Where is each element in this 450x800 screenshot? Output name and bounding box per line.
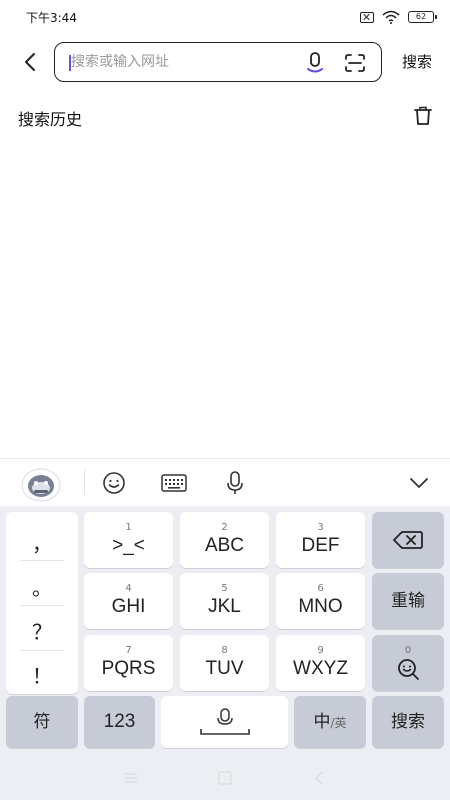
back-nav-icon[interactable]: [311, 770, 327, 786]
key-7[interactable]: 7 PQRS: [84, 635, 173, 691]
key-period[interactable]: 。: [6, 572, 78, 601]
key-4[interactable]: 4 GHI: [84, 573, 173, 629]
search-enter-key[interactable]: 搜索: [372, 696, 444, 748]
key-label: 搜索: [391, 712, 425, 731]
key-label: >_<: [112, 535, 145, 556]
microphone-icon: [307, 52, 323, 73]
smile-search-icon: [398, 659, 419, 680]
status-bar: 下午3:44 62: [0, 0, 450, 34]
key-label: MNO: [298, 596, 343, 617]
toolbar-divider: [84, 469, 85, 495]
key-number: 5: [221, 583, 228, 594]
key-label: PQRS: [101, 658, 156, 679]
voice-search-button[interactable]: [303, 51, 327, 75]
key-comma[interactable]: ，: [6, 528, 78, 557]
chevron-left-icon: [25, 53, 35, 71]
system-nav-bar: [0, 756, 450, 800]
key-2[interactable]: 2 ABC: [180, 512, 269, 568]
menu-icon[interactable]: [123, 770, 139, 786]
key-number: 1: [125, 522, 132, 533]
home-icon[interactable]: [217, 770, 233, 786]
battery-icon: 62: [408, 11, 437, 23]
collapse-keyboard-button[interactable]: [405, 469, 433, 497]
emoji-icon: [103, 472, 125, 494]
scan-button[interactable]: [343, 51, 367, 75]
key-number: 0: [404, 645, 412, 656]
key-5[interactable]: 5 JKL: [180, 573, 269, 629]
back-button[interactable]: [16, 48, 44, 76]
screen: 下午3:44 62 搜索或输入网址 搜索 搜索历史 ， 。 ？ ！ 1 >_< …: [0, 0, 450, 800]
status-time: 下午3:44: [26, 11, 77, 25]
backspace-icon: [393, 531, 423, 549]
symbols-key[interactable]: 符: [6, 696, 78, 748]
emoji-button[interactable]: [100, 469, 128, 497]
scan-icon: [345, 54, 365, 72]
clear-history-button[interactable]: [412, 105, 434, 127]
key-number: 6: [317, 583, 324, 594]
search-button[interactable]: 搜索: [392, 51, 442, 73]
key-number: 8: [221, 645, 228, 656]
keyboard-icon: [161, 474, 187, 492]
punctuation-column[interactable]: ， 。 ？ ！: [6, 512, 78, 694]
voice-input-button[interactable]: [221, 469, 249, 497]
key-label: 重输: [391, 591, 425, 610]
status-icons: 62: [360, 9, 437, 25]
key-label: TUV: [205, 658, 244, 679]
key-number: 9: [317, 645, 324, 656]
space-voice-key[interactable]: [161, 696, 288, 748]
key-number: 7: [125, 645, 132, 656]
key-number: 4: [125, 583, 132, 594]
numbers-key[interactable]: 123: [84, 696, 155, 748]
punctuation-divider: [20, 560, 64, 561]
key-label-english: /英: [330, 715, 347, 730]
search-history-title: 搜索历史: [18, 110, 83, 129]
language-switch-key[interactable]: 中 /英: [294, 696, 366, 748]
search-symbol-key[interactable]: 0: [372, 635, 444, 691]
microphone-icon: [199, 708, 250, 735]
key-label: DEF: [301, 535, 340, 556]
key-label: ABC: [204, 535, 245, 556]
key-1[interactable]: 1 >_<: [84, 512, 173, 568]
keyboard-toolbar: [0, 458, 450, 506]
punctuation-divider: [20, 605, 64, 606]
microphone-icon: [227, 471, 243, 494]
backspace-key[interactable]: [372, 512, 444, 568]
key-number: 2: [221, 522, 228, 533]
key-8[interactable]: 8 TUV: [180, 635, 269, 691]
trash-icon: [414, 106, 432, 125]
search-input[interactable]: [71, 43, 301, 81]
chevron-down-icon: [410, 478, 428, 488]
key-9[interactable]: 9 WXYZ: [276, 635, 365, 691]
key-exclamation[interactable]: ！: [6, 660, 78, 689]
key-label: 123: [103, 711, 136, 732]
wifi-icon: [382, 10, 400, 24]
key-number: 3: [317, 522, 324, 533]
no-sim-icon: [360, 11, 374, 23]
key-label: JKL: [208, 596, 241, 617]
key-label: 符: [33, 712, 51, 731]
key-question[interactable]: ？: [6, 616, 78, 645]
punctuation-divider: [20, 650, 64, 651]
key-3[interactable]: 3 DEF: [276, 512, 365, 568]
retype-key[interactable]: 重输: [372, 573, 444, 629]
keyboard-switch-button[interactable]: [160, 469, 188, 497]
search-box[interactable]: [54, 42, 382, 82]
ime-mascot-icon[interactable]: [20, 464, 62, 502]
key-label-chinese: 中: [313, 712, 331, 731]
key-label: GHI: [111, 596, 146, 617]
key-label: WXYZ: [293, 658, 348, 679]
key-6[interactable]: 6 MNO: [276, 573, 365, 629]
